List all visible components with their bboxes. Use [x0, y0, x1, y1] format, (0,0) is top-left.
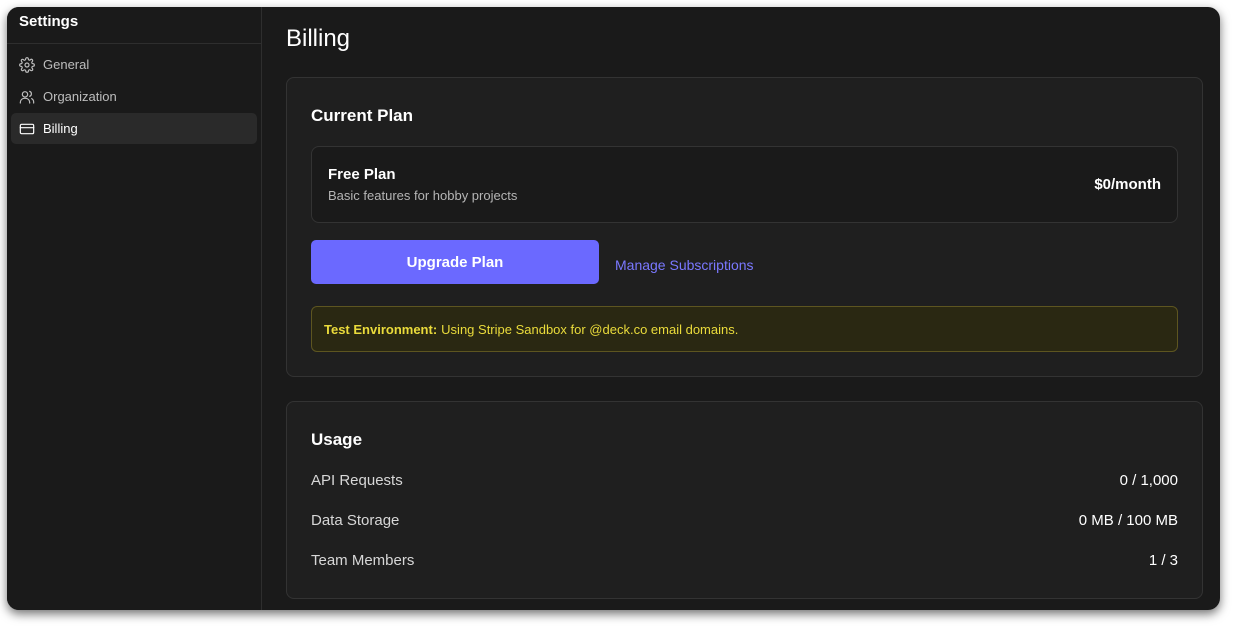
usage-label: Team Members — [311, 552, 415, 569]
upgrade-plan-button[interactable]: Upgrade Plan — [311, 240, 599, 284]
manage-subscriptions-link[interactable]: Manage Subscriptions — [615, 257, 754, 273]
main-content: Billing Current Plan Free Plan Basic fea… — [262, 7, 1220, 610]
test-environment-notice: Test Environment: Using Stripe Sandbox f… — [311, 306, 1178, 352]
plan-price: $0/month — [1094, 176, 1161, 193]
sidebar-item-label: Billing — [43, 121, 78, 136]
sidebar-item-label: General — [43, 57, 90, 72]
usage-list: API Requests 0 / 1,000 Data Storage 0 MB… — [311, 461, 1178, 581]
usage-value: 0 MB / 100 MB — [1078, 512, 1178, 529]
credit-card-icon — [19, 121, 35, 137]
users-icon — [19, 89, 35, 105]
sidebar-item-label: Organization — [43, 89, 117, 104]
settings-window: Settings General Organization Billing Bi… — [7, 7, 1220, 610]
plan-info: Free Plan Basic features for hobby proje… — [328, 166, 517, 203]
notice-text: Using Stripe Sandbox for @deck.co email … — [441, 321, 739, 337]
usage-value: 0 / 1,000 — [1119, 472, 1178, 489]
plan-description: Basic features for hobby projects — [328, 188, 518, 203]
current-plan-title: Current Plan — [311, 106, 414, 125]
sidebar-item-organization[interactable]: Organization — [11, 81, 257, 112]
plan-name: Free Plan — [328, 166, 396, 183]
sidebar-nav: General Organization Billing — [7, 44, 261, 144]
gear-icon — [19, 56, 35, 73]
usage-row-api-requests: API Requests 0 / 1,000 — [311, 461, 1178, 501]
sidebar-item-billing[interactable]: Billing — [11, 113, 257, 144]
current-plan-card: Current Plan Free Plan Basic features fo… — [286, 77, 1203, 377]
usage-label: API Requests — [311, 472, 403, 489]
usage-title: Usage — [311, 430, 363, 449]
plan-actions: Upgrade Plan Manage Subscriptions — [311, 240, 1178, 284]
notice-heading: Test Environment: — [324, 321, 438, 337]
usage-row-data-storage: Data Storage 0 MB / 100 MB — [311, 501, 1178, 541]
sidebar-title: Settings — [7, 7, 261, 44]
usage-row-team-members: Team Members 1 / 3 — [311, 541, 1178, 581]
page-title: Billing — [286, 25, 351, 52]
usage-card: Usage API Requests 0 / 1,000 Data Storag… — [286, 401, 1203, 599]
plan-summary: Free Plan Basic features for hobby proje… — [311, 146, 1178, 223]
usage-label: Data Storage — [311, 512, 400, 529]
sidebar: Settings General Organization Billing — [7, 7, 262, 610]
sidebar-item-general[interactable]: General — [11, 49, 257, 80]
usage-value: 1 / 3 — [1148, 552, 1178, 569]
